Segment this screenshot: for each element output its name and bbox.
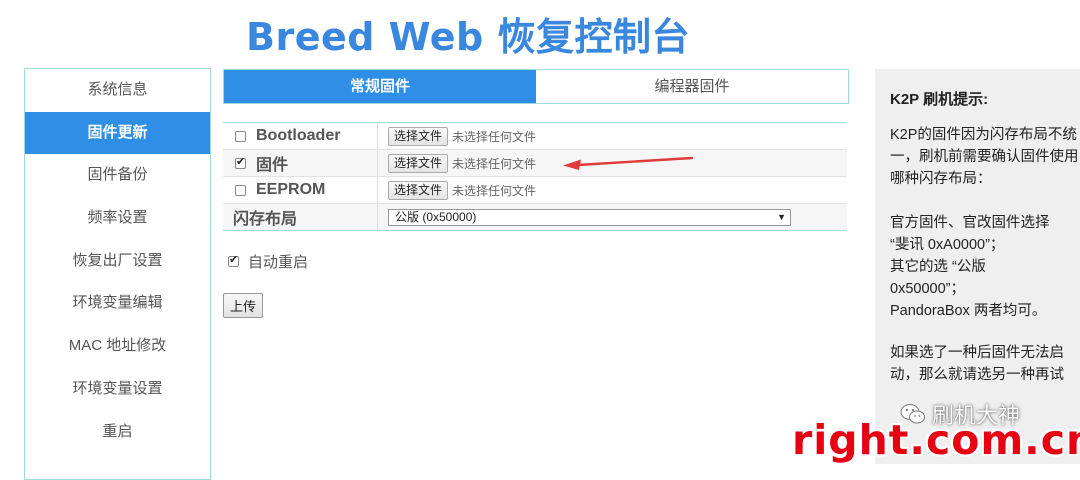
tips-line: 其它的选 “公版: [890, 259, 986, 275]
flash-layout-label: 闪存布局: [223, 204, 378, 230]
tips-line: “斐讯 0xA0000”；: [890, 237, 1005, 253]
sidebar-item-firmware-backup[interactable]: 固件备份: [25, 154, 210, 197]
watermark-site: right.com.cn: [792, 416, 1080, 464]
tips-line: PandoraBox 两者均可。: [890, 303, 1047, 319]
flash-layout-selected: 公版 (0x50000): [395, 209, 477, 224]
tips-paragraph: K2P的固件因为闪存布局不统一，刷机前需要确认固件使用哪种闪存布局：: [890, 127, 1079, 187]
bootloader-choose-file-button[interactable]: 选择文件: [388, 126, 449, 146]
eeprom-choose-file-button[interactable]: 选择文件: [388, 180, 449, 200]
form-row-label: 固件: [223, 150, 378, 176]
bootloader-checkbox[interactable]: [235, 130, 246, 142]
form-row-firmware: 固件 选择文件 未选择任何文件: [223, 150, 847, 177]
sidebar-item-system-info[interactable]: 系统信息: [25, 69, 210, 112]
firmware-tabs: 常规固件 编程器固件: [223, 69, 849, 104]
tips-title: K2P 刷机提示:: [890, 91, 989, 108]
eeprom-label: EEPROM: [256, 181, 326, 198]
firmware-checkbox[interactable]: [235, 155, 246, 169]
form-row-value: 选择文件 未选择任何文件: [378, 123, 536, 149]
bootloader-file-status: 未选择任何文件: [452, 129, 537, 144]
sidebar-item-reboot[interactable]: 重启: [25, 411, 210, 454]
annotation-arrow-icon: [563, 156, 694, 170]
flash-layout-select[interactable]: 公版 (0x50000) ▼: [388, 208, 791, 226]
eeprom-checkbox[interactable]: [235, 184, 246, 196]
firmware-label: 固件: [256, 157, 289, 174]
sidebar-item-mac-edit[interactable]: MAC 地址修改: [25, 325, 210, 368]
tips-line: 0x50000”；: [890, 281, 965, 297]
sidebar-nav: 系统信息 固件更新 固件备份 频率设置 恢复出厂设置 环境变量编辑 MAC 地址…: [24, 68, 211, 480]
form-row-value: 选择文件 未选择任何文件: [378, 150, 536, 176]
tab-programmer-firmware[interactable]: 编程器固件: [536, 70, 848, 103]
tips-line: 官方固件、官改固件选择: [890, 215, 1050, 231]
dropdown-arrow-icon: ▼: [777, 211, 786, 222]
tips-body: K2P的固件因为闪存布局不统一，刷机前需要确认固件使用哪种闪存布局： 官方固件、…: [890, 124, 1080, 386]
form-row-value: 公版 (0x50000) ▼: [378, 204, 791, 230]
firmware-choose-file-button[interactable]: 选择文件: [388, 153, 449, 173]
form-row-eeprom: EEPROM 选择文件 未选择任何文件: [223, 177, 847, 204]
firmware-form: Bootloader 选择文件 未选择任何文件 固件 选择文件 未选择任何文件 …: [223, 122, 847, 231]
form-row-flash-layout: 闪存布局 公版 (0x50000) ▼: [223, 204, 847, 230]
auto-reboot-option: 自动重启: [228, 251, 308, 272]
sidebar-item-env-settings[interactable]: 环境变量设置: [25, 368, 210, 411]
upload-button[interactable]: 上传: [223, 293, 264, 318]
firmware-file-status: 未选择任何文件: [452, 156, 537, 171]
eeprom-file-status: 未选择任何文件: [452, 183, 537, 198]
tips-paragraph: 如果选了一种后固件无法启动，那么就请选另一种再试: [890, 345, 1064, 383]
form-row-label: Bootloader: [223, 123, 378, 149]
sidebar-item-factory-reset[interactable]: 恢复出厂设置: [25, 240, 210, 283]
form-row-value: 选择文件 未选择任何文件: [378, 177, 536, 203]
sidebar-item-frequency-settings[interactable]: 频率设置: [25, 197, 210, 240]
tab-regular-firmware[interactable]: 常规固件: [224, 70, 536, 103]
sidebar-item-env-edit[interactable]: 环境变量编辑: [25, 282, 210, 325]
page-title: Breed Web 恢复控制台: [246, 15, 690, 59]
bootloader-label: Bootloader: [256, 127, 341, 144]
tips-paragraph: 官方固件、官改固件选择 “斐讯 0xA0000”； 其它的选 “公版 0x500…: [890, 212, 1080, 322]
form-row-bootloader: Bootloader 选择文件 未选择任何文件: [223, 123, 847, 150]
auto-reboot-checkbox[interactable]: [228, 253, 239, 267]
sidebar-item-firmware-update[interactable]: 固件更新: [25, 111, 210, 155]
auto-reboot-label: 自动重启: [248, 254, 309, 271]
form-row-label: EEPROM: [223, 177, 378, 203]
